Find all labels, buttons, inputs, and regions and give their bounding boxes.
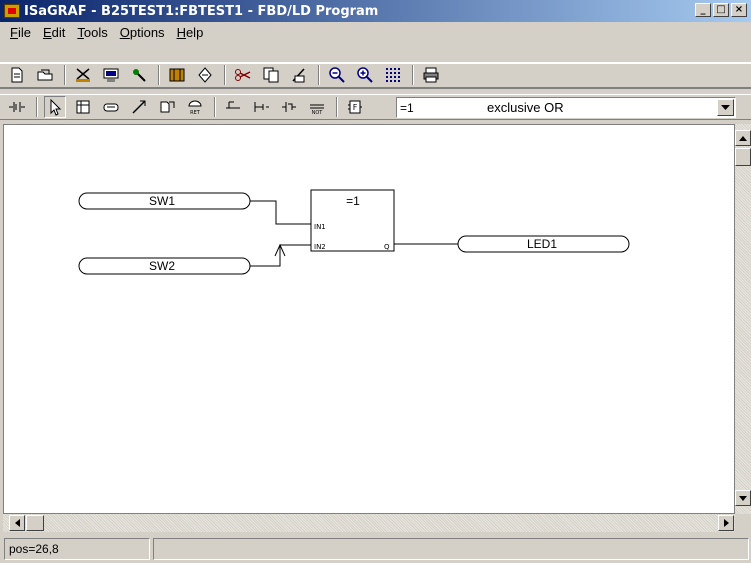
horizontal-scroll-thumb[interactable] — [26, 515, 44, 531]
coil-icon[interactable] — [278, 96, 300, 118]
fbd-diagram: SW1 SW2 =1 IN1 IN2 Q LED1 — [78, 189, 630, 275]
dropdown-arrow-icon[interactable] — [717, 99, 734, 116]
minimize-button[interactable]: _ — [695, 3, 711, 17]
toolbar-separator — [214, 97, 216, 117]
block-in2-label: IN2 — [314, 243, 326, 251]
menu-bar: File Edit Tools Options Help — [0, 22, 751, 42]
toolbar-separator — [224, 65, 226, 85]
toolbar-separator — [64, 65, 66, 85]
toolbar-separator — [336, 97, 338, 117]
maximize-button[interactable]: □ — [713, 3, 729, 17]
status-position: pos=26,8 — [4, 538, 150, 560]
jump-icon[interactable] — [222, 96, 244, 118]
menu-help[interactable]: Help — [171, 25, 210, 40]
vertical-scroll-thumb[interactable] — [735, 148, 751, 166]
function-name: =1 — [400, 100, 414, 115]
menu-file-label: ile — [17, 24, 31, 40]
title-bar[interactable]: ISaGRAF - B25TEST1:FBTEST1 - FBD/LD Prog… — [0, 0, 751, 22]
fbd-canvas[interactable]: SW1 SW2 =1 IN1 IN2 Q LED1 — [3, 124, 735, 514]
new-icon[interactable] — [6, 64, 28, 86]
select-arrow-icon[interactable] — [44, 96, 66, 118]
block-q-label: Q — [384, 243, 390, 251]
menu-help-label: elp — [185, 24, 204, 40]
wire-sw1-in1[interactable] — [250, 200, 311, 225]
print-icon[interactable] — [420, 64, 442, 86]
status-bar: pos=26,8 — [0, 535, 751, 563]
menu-tools-label: ools — [83, 24, 108, 40]
menu-file[interactable]: File — [4, 25, 37, 40]
dictionary-icon[interactable] — [166, 64, 188, 86]
not-icon[interactable]: NOT — [306, 96, 328, 118]
copy-icon[interactable] — [260, 64, 282, 86]
vertical-scrollbar[interactable] — [735, 124, 751, 514]
menu-file-mnemonic: F — [10, 24, 18, 40]
menu-edit-label: dit — [51, 24, 66, 40]
block-in1-label: IN1 — [314, 223, 326, 231]
toolbar-separator — [36, 97, 38, 117]
svg-text:NOT: NOT — [312, 110, 324, 116]
menu-tools[interactable]: Tools — [71, 25, 113, 40]
menu-edit-mnemonic: E — [42, 24, 52, 40]
zoom-out-icon[interactable] — [326, 64, 348, 86]
isagraf-app-icon[interactable] — [4, 4, 20, 18]
return-icon[interactable]: RET — [184, 96, 206, 118]
scroll-up-icon[interactable] — [735, 130, 751, 146]
standard-toolbar — [0, 62, 751, 88]
input-sw2-label: SW2 — [149, 259, 175, 273]
label-icon[interactable] — [250, 96, 272, 118]
link-icon[interactable] — [128, 96, 150, 118]
toolbar-separator — [412, 65, 414, 85]
variable-icon[interactable] — [100, 96, 122, 118]
contact-icon[interactable] — [6, 96, 28, 118]
function-description: exclusive OR — [487, 100, 564, 115]
scroll-left-icon[interactable] — [9, 515, 25, 531]
scroll-corner — [735, 514, 751, 532]
toolbar-separator — [318, 65, 320, 85]
svg-text:F: F — [353, 103, 358, 112]
scroll-right-icon[interactable] — [718, 515, 734, 531]
title-buttons: _ □ × — [695, 3, 747, 17]
wizard-icon[interactable] — [128, 64, 150, 86]
scroll-down-icon[interactable] — [735, 490, 751, 506]
input-sw1-label: SW1 — [149, 194, 175, 208]
isagraf-window: ISaGRAF - B25TEST1:FBTEST1 - FBD/LD Prog… — [0, 0, 751, 563]
paste-icon[interactable] — [288, 64, 310, 86]
cut-icon[interactable] — [72, 64, 94, 86]
wire-sw2-in2[interactable] — [250, 244, 311, 267]
block-title: =1 — [346, 194, 360, 208]
menu-options[interactable]: Options — [114, 25, 171, 40]
block-icon[interactable] — [72, 96, 94, 118]
scissors-icon[interactable] — [232, 64, 254, 86]
open-icon[interactable] — [34, 64, 56, 86]
close-button[interactable]: × — [731, 3, 747, 17]
menu-options-label: ptions — [129, 24, 165, 40]
menu-options-mnemonic: O — [119, 24, 130, 40]
comment-icon[interactable] — [156, 96, 178, 118]
svg-text:RET: RET — [190, 110, 201, 116]
fbd-toolbar: RET NOT F =1 exclusive OR — [0, 94, 751, 120]
function-block-icon[interactable]: F — [344, 96, 366, 118]
monitor-icon[interactable] — [100, 64, 122, 86]
zoom-in-icon[interactable] — [354, 64, 376, 86]
window-title: ISaGRAF - B25TEST1:FBTEST1 - FBD/LD Prog… — [24, 3, 379, 19]
menu-edit[interactable]: Edit — [37, 25, 71, 40]
output-led1-label: LED1 — [527, 237, 557, 251]
horizontal-scrollbar[interactable] — [3, 514, 735, 532]
grid-icon[interactable] — [382, 64, 404, 86]
status-pane-empty — [153, 538, 749, 560]
connect-icon[interactable] — [194, 64, 216, 86]
menu-help-mnemonic: H — [176, 24, 186, 40]
function-selector[interactable]: =1 exclusive OR — [396, 97, 736, 118]
toolbar-separator — [158, 65, 160, 85]
